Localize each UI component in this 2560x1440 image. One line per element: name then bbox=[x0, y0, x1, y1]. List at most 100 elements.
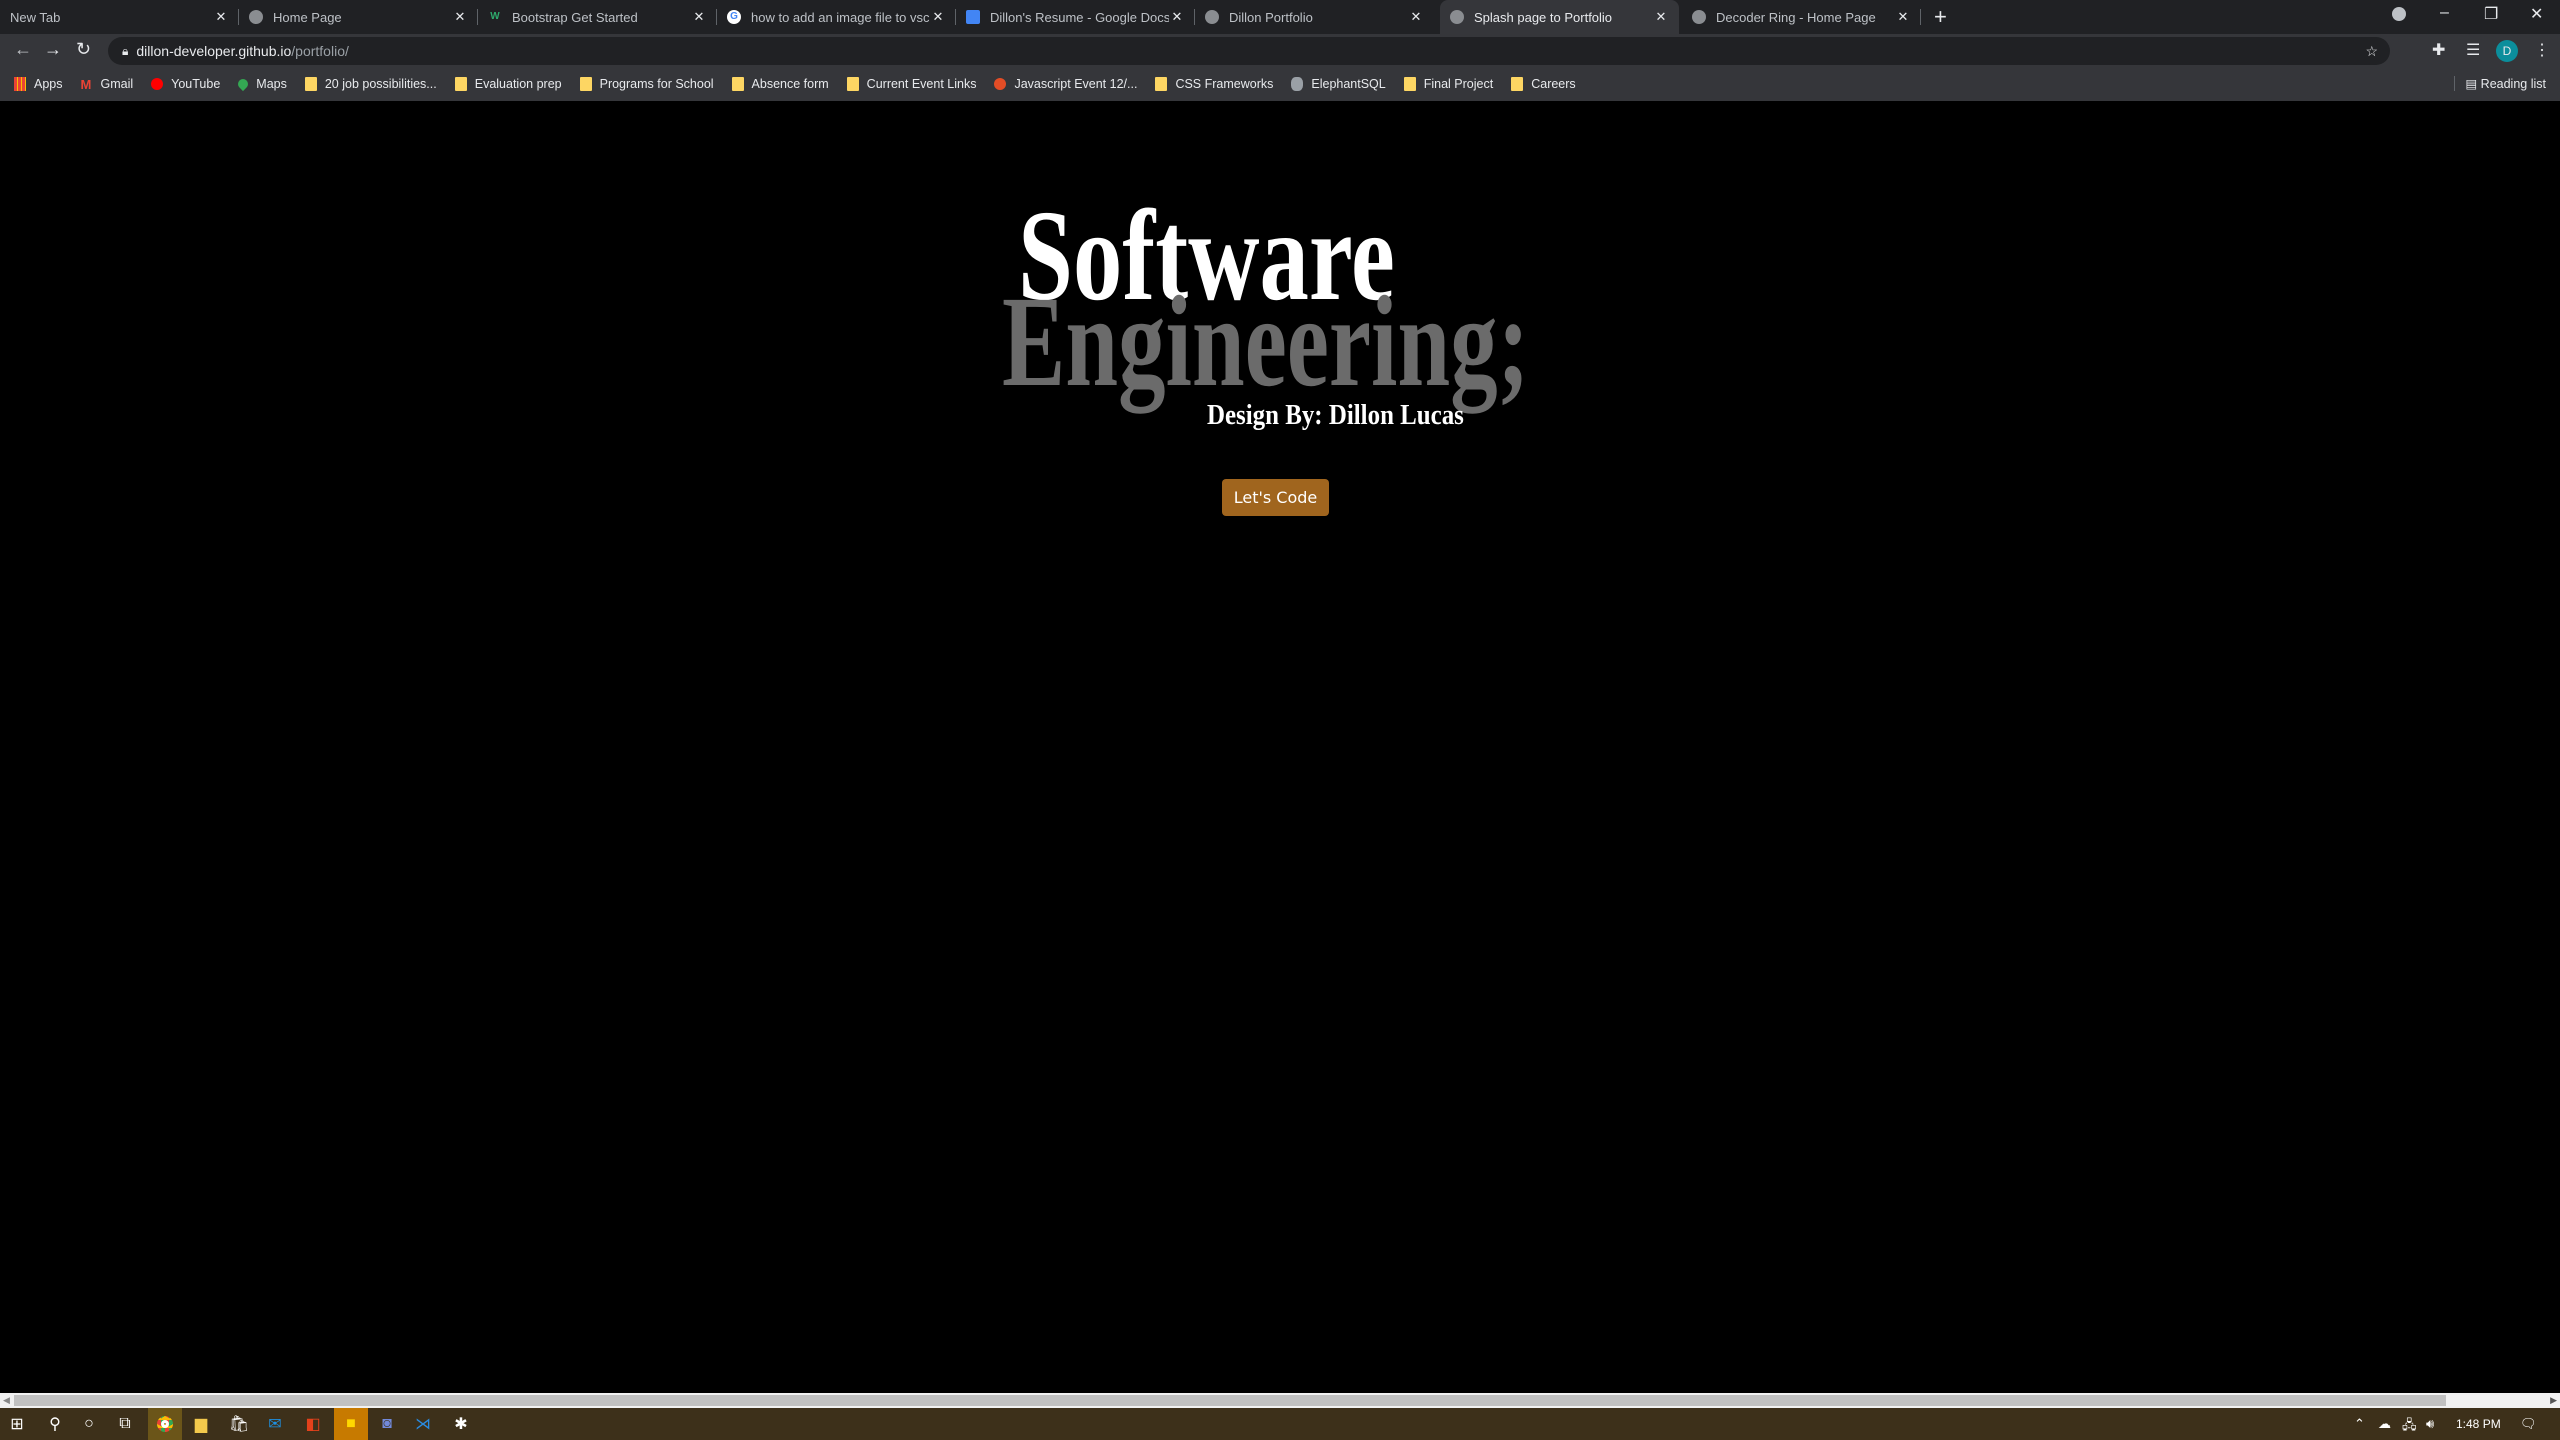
tab-google-search[interactable]: Ghow to add an image file to vsco ✕ bbox=[717, 0, 956, 34]
scroll-left-icon[interactable]: ◀ bbox=[3, 1395, 10, 1406]
lets-code-button[interactable]: Let's Code bbox=[1222, 479, 1329, 516]
reading-list-button[interactable]: ▤ Reading list bbox=[2454, 76, 2546, 91]
tray-chevron-icon[interactable]: ⌃ bbox=[2354, 1416, 2365, 1432]
tab-search-icon[interactable] bbox=[2392, 7, 2406, 21]
tab-home-page[interactable]: Home Page ✕ bbox=[239, 0, 478, 34]
tab-new-tab[interactable]: New Tab ✕ bbox=[0, 0, 239, 34]
bookmark-folder-careers[interactable]: Careers bbox=[1511, 77, 1576, 91]
globe-icon bbox=[1450, 10, 1464, 24]
folder-icon bbox=[579, 77, 592, 91]
w-logo-icon: W bbox=[490, 11, 500, 22]
taskbar: ⊞ ⚲ ○ ⧉ ▆ 🛍︎ ✉ ◧ ■ ◙ ⋊ ✱ ⌃ ☁ 🖧︎ 🔊︎ 1:48 … bbox=[0, 1408, 2560, 1440]
url-path: /portfolio/ bbox=[291, 43, 349, 59]
extensions-icon[interactable]: ✚ bbox=[2432, 40, 2445, 60]
bookmark-label: Absence form bbox=[751, 77, 829, 91]
bookmark-gmail[interactable]: M Gmail bbox=[80, 77, 134, 92]
bookmark-label: Final Project bbox=[1423, 77, 1494, 91]
sticky-notes-icon[interactable]: ■ bbox=[334, 1408, 368, 1440]
close-icon[interactable]: ✕ bbox=[930, 9, 946, 25]
folder-icon bbox=[846, 77, 859, 91]
folder-icon bbox=[454, 77, 467, 91]
tab-title: Splash page to Portfolio bbox=[1474, 9, 1613, 25]
bookmark-folder-current-events[interactable]: Current Event Links bbox=[846, 77, 977, 91]
vscode-icon[interactable]: ⋊ bbox=[406, 1408, 440, 1440]
bookmark-maps[interactable]: Maps bbox=[236, 76, 287, 92]
bookmark-folder-absence[interactable]: Absence form bbox=[731, 77, 829, 91]
discord-icon[interactable]: ◙ bbox=[370, 1408, 404, 1440]
globe-icon bbox=[1692, 10, 1706, 24]
menu-icon[interactable]: ⋮ bbox=[2534, 40, 2550, 60]
bookmark-apps[interactable]: Apps bbox=[14, 77, 63, 91]
folder-icon bbox=[731, 77, 744, 91]
close-icon[interactable]: ✕ bbox=[1408, 9, 1424, 25]
tab-title: Decoder Ring - Home Page bbox=[1716, 9, 1876, 25]
new-tab-plus-icon[interactable]: + bbox=[1934, 4, 1947, 30]
office-icon[interactable]: ◧ bbox=[296, 1408, 330, 1440]
close-icon[interactable]: ✕ bbox=[1653, 9, 1669, 25]
clock[interactable]: 1:48 PM bbox=[2456, 1417, 2501, 1431]
title-engineering: Engineering; bbox=[1002, 270, 1530, 414]
bookmark-folder-evaluation[interactable]: Evaluation prep bbox=[454, 77, 562, 91]
tab-splash-page[interactable]: Splash page to Portfolio ✕ bbox=[1440, 0, 1679, 34]
e-logo-icon bbox=[994, 78, 1007, 90]
bookmark-folder-final-project[interactable]: Final Project bbox=[1403, 77, 1494, 91]
close-icon[interactable]: ✕ bbox=[213, 9, 229, 25]
google-icon: G bbox=[727, 10, 741, 24]
reload-icon[interactable]: ↻ bbox=[76, 39, 91, 60]
network-icon[interactable]: 🖧︎ bbox=[2402, 1416, 2417, 1438]
forward-icon[interactable]: → bbox=[44, 39, 62, 60]
bookmark-label: Javascript Event 12/... bbox=[1014, 77, 1138, 91]
volume-icon[interactable]: 🔊︎ bbox=[2426, 1416, 2434, 1432]
bookmarks-bar: Apps M Gmail YouTube Maps 20 job possibil… bbox=[0, 67, 2560, 101]
scrollbar-thumb[interactable] bbox=[14, 1395, 2446, 1406]
bookmark-folder-job[interactable]: 20 job possibilities... bbox=[304, 77, 437, 91]
tab-title: Dillon Portfolio bbox=[1229, 9, 1313, 25]
tab-bootstrap[interactable]: W Bootstrap Get Started ✕ bbox=[478, 0, 717, 34]
scroll-right-icon[interactable]: ▶ bbox=[2550, 1395, 2557, 1406]
tab-title: Bootstrap Get Started bbox=[512, 9, 638, 25]
address-bar[interactable]: 🔒︎ dillon-developer.github.io/portfolio/… bbox=[108, 37, 2390, 65]
bookmark-youtube[interactable]: YouTube bbox=[151, 77, 220, 91]
tab-title: Home Page bbox=[273, 9, 342, 25]
bookmark-folder-css[interactable]: CSS Frameworks bbox=[1155, 77, 1273, 91]
docs-icon bbox=[966, 10, 980, 24]
onedrive-icon[interactable]: ☁ bbox=[2378, 1416, 2391, 1432]
bookmark-label: CSS Frameworks bbox=[1175, 77, 1274, 91]
bookmark-folder-programs[interactable]: Programs for School bbox=[579, 77, 714, 91]
media-control-icon[interactable]: ☰ bbox=[2466, 40, 2480, 60]
tab-title: how to add an image file to vsco bbox=[751, 9, 930, 25]
tab-resume-docs[interactable]: Dillon's Resume - Google Docs ✕ bbox=[956, 0, 1195, 34]
restore-icon[interactable]: ❐ bbox=[2484, 4, 2498, 24]
bookmark-javascript-event[interactable]: Javascript Event 12/... bbox=[994, 77, 1137, 91]
back-icon[interactable]: ← bbox=[14, 39, 32, 60]
close-icon[interactable]: ✕ bbox=[1169, 9, 1185, 25]
close-icon[interactable]: ✕ bbox=[452, 9, 468, 25]
gmail-icon: M bbox=[80, 77, 92, 92]
minimize-icon[interactable]: – bbox=[2440, 4, 2449, 22]
tab-dillon-portfolio[interactable]: Dillon Portfolio ✕ bbox=[1195, 0, 1434, 34]
file-explorer-icon[interactable]: ▆ bbox=[184, 1408, 218, 1440]
close-icon[interactable]: ✕ bbox=[691, 9, 707, 25]
bookmark-label: Careers bbox=[1531, 77, 1576, 91]
bookmark-star-icon[interactable]: ☆ bbox=[2365, 43, 2378, 60]
close-icon[interactable]: ✕ bbox=[1895, 9, 1911, 25]
maps-pin-icon bbox=[236, 76, 251, 92]
cortana-circle-icon[interactable]: ○ bbox=[72, 1408, 106, 1440]
tab-decoder-ring[interactable]: Decoder Ring - Home Page ✕ bbox=[1682, 0, 1921, 34]
bookmark-label: YouTube bbox=[171, 77, 221, 91]
store-icon[interactable]: 🛍︎ bbox=[222, 1408, 256, 1440]
bookmark-elephantsql[interactable]: ElephantSQL bbox=[1291, 77, 1386, 91]
chrome-icon[interactable] bbox=[148, 1408, 182, 1440]
window-close-icon[interactable]: ✕ bbox=[2530, 4, 2543, 24]
start-windows-icon[interactable]: ⊞ bbox=[0, 1408, 34, 1440]
task-view-icon[interactable]: ⧉ bbox=[108, 1408, 142, 1440]
apps-grid-icon bbox=[14, 77, 26, 91]
bookmark-label: Current Event Links bbox=[866, 77, 977, 91]
mail-icon[interactable]: ✉ bbox=[258, 1408, 292, 1440]
slack-icon[interactable]: ✱ bbox=[444, 1408, 478, 1440]
byline: Design By: Dillon Lucas bbox=[1207, 400, 1464, 431]
horizontal-scrollbar[interactable]: ◀ ▶ bbox=[0, 1393, 2560, 1408]
search-icon[interactable]: ⚲ bbox=[38, 1408, 72, 1440]
action-center-icon[interactable]: 🗨︎ bbox=[2520, 1416, 2537, 1432]
profile-avatar[interactable]: D bbox=[2496, 40, 2518, 62]
